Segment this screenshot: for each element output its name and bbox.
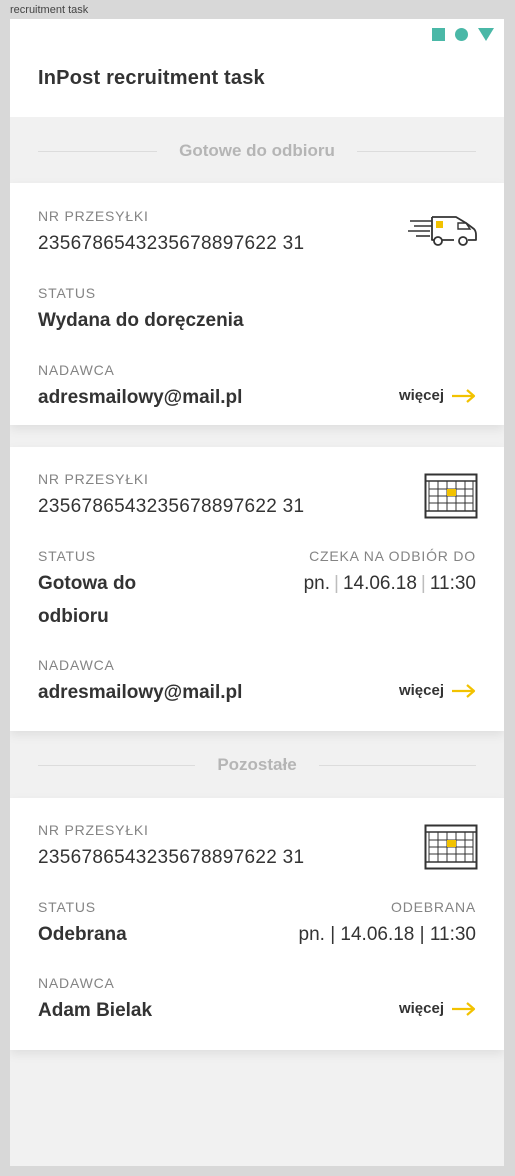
deadline-date: 14.06.18 [342,573,417,594]
sender-value: Adam Bielak [38,1000,153,1021]
number-label: NR PRZESYŁKI [38,208,149,224]
parcel-locker-icon [424,473,478,519]
divider [38,150,158,152]
app-screen: InPost recruitment task Gotowe do odbior… [10,19,504,1166]
shipment-card[interactable]: NR PRZESYŁKI 2356786543235678897622 31 S… [10,798,504,1050]
divider [38,764,196,766]
triangle-icon [478,28,494,41]
status-label: STATUS [38,285,96,301]
circle-icon [455,28,468,41]
arrow-right-icon [452,1001,476,1016]
sender-value: adresmailowy@mail.pl [38,682,243,703]
more-label: więcej [398,1000,444,1017]
sender-label: NADAWCA [38,657,115,673]
app-header: InPost recruitment task [10,19,504,117]
status-value: Wydana do doręczenia [38,310,244,331]
divider [356,150,476,152]
pickup-deadline-label: CZEKA NA ODBIÓR DO [309,548,476,564]
window-title: recruitment task [10,4,89,16]
square-icon [432,28,445,41]
shipment-card[interactable]: NR PRZESYŁKI 2356786543235678897622 31 S… [10,183,504,425]
deadline-day: pn. [303,573,331,594]
number-label: NR PRZESYŁKI [38,822,149,838]
more-button[interactable]: więcej [399,387,476,404]
number-label: NR PRZESYŁKI [38,471,149,487]
deadline-time: 11:30 [429,573,476,594]
arrow-right-icon [452,683,476,698]
section-title: Pozostałe [217,755,297,774]
more-label: więcej [398,682,444,699]
section-title: Gotowe do odbioru [179,141,335,160]
shipment-number: 2356786543235678897622 31 [38,496,305,517]
divider [318,764,477,766]
more-button[interactable]: więcej [399,1000,476,1017]
header-shapes [432,28,494,41]
shipment-number: 2356786543235678897622 31 [38,233,305,254]
section-header-ready: Gotowe do odbioru [38,141,476,161]
delivery-truck-icon [408,216,477,246]
pickup-deadline: pn. | 14.06.18 | 11:30 [303,573,476,594]
sender-label: NADAWCA [38,362,115,378]
section-header-other: Pozostałe [38,755,477,775]
sender-label: NADAWCA [38,975,115,991]
status-value: Odebrana [38,924,127,945]
sender-value: adresmailowy@mail.pl [38,387,243,408]
more-label: więcej [398,387,444,404]
status-label: STATUS [38,899,96,915]
picked-up-date: pn. | 14.06.18 | 11:30 [298,924,477,945]
shipment-card[interactable]: NR PRZESYŁKI 2356786543235678897622 31 S… [10,447,504,731]
status-value: Gotowa do odbioru [38,573,137,627]
more-button[interactable]: więcej [399,682,476,699]
arrow-right-icon [452,388,476,403]
status-label: STATUS [38,548,96,564]
picked-up-label: ODEBRANA [391,899,476,915]
shipment-number: 2356786543235678897622 31 [38,847,305,868]
page-title: InPost recruitment task [38,67,265,89]
parcel-locker-icon [424,824,478,870]
